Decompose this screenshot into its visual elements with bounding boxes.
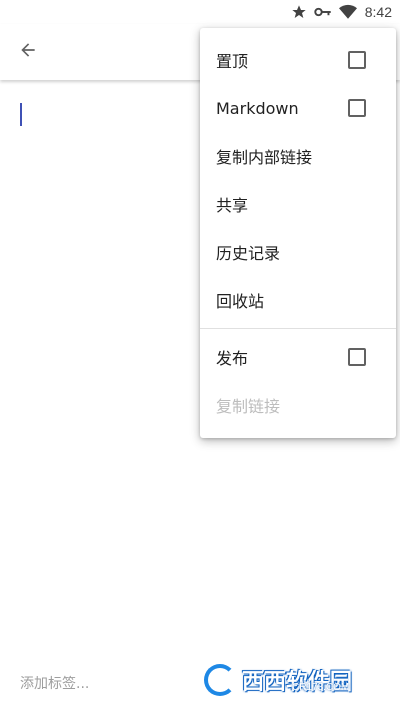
- menu-item-label: 回收站: [216, 292, 265, 311]
- menu-item-markdown[interactable]: Markdown: [200, 84, 396, 132]
- wifi-icon: [338, 4, 357, 20]
- watermark-domain: CR173.COM: [292, 682, 350, 693]
- publish-checkbox[interactable]: [348, 348, 366, 366]
- menu-item-copy-internal-link[interactable]: 复制内部链接: [200, 132, 396, 180]
- key-icon: [314, 4, 332, 20]
- arrow-back-icon: [18, 40, 38, 64]
- text-cursor[interactable]: [20, 103, 22, 126]
- status-bar: 8:42: [0, 0, 400, 24]
- menu-item-label: 复制链接: [216, 397, 281, 416]
- overflow-menu: 置顶 Markdown 复制内部链接 共享 历史记录 回收站 发布 复制链接: [200, 28, 396, 438]
- pin-checkbox[interactable]: [348, 51, 366, 69]
- menu-item-publish[interactable]: 发布: [200, 333, 396, 381]
- menu-item-label: 置顶: [216, 52, 249, 71]
- menu-item-pin[interactable]: 置顶: [200, 36, 396, 84]
- menu-item-label: Markdown: [216, 98, 299, 118]
- back-button[interactable]: [0, 24, 56, 80]
- menu-item-label: 发布: [216, 349, 249, 368]
- menu-item-label: 历史记录: [216, 244, 281, 263]
- logo-circle-icon: [204, 664, 236, 696]
- status-time: 8:42: [364, 4, 392, 20]
- menu-item-share[interactable]: 共享: [200, 180, 396, 228]
- menu-item-trash[interactable]: 回收站: [200, 276, 396, 324]
- markdown-checkbox[interactable]: [348, 99, 366, 117]
- menu-item-history[interactable]: 历史记录: [200, 228, 396, 276]
- menu-item-label: 共享: [216, 196, 249, 215]
- add-tag-input[interactable]: 添加标签...: [20, 673, 89, 693]
- watermark-logo: 西西软件园 CR173.COM: [204, 660, 384, 700]
- menu-divider: [200, 328, 396, 329]
- star-icon: [291, 4, 307, 20]
- menu-item-copy-link: 复制链接: [200, 381, 396, 429]
- menu-item-label: 复制内部链接: [216, 148, 313, 167]
